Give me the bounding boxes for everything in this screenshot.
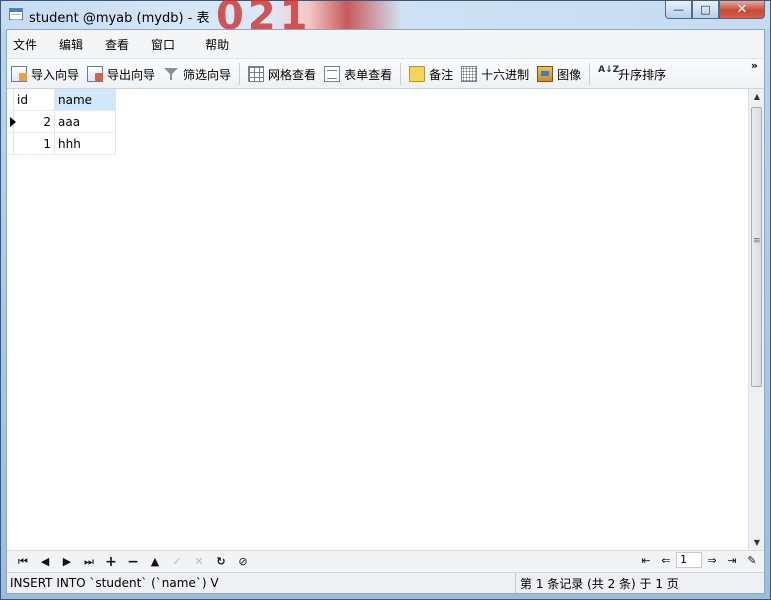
import-wizard-label: 导入向导 bbox=[31, 67, 80, 82]
next-record-icon[interactable]: ▶ bbox=[56, 555, 78, 568]
row-header-corner bbox=[7, 89, 14, 111]
menu-view[interactable]: 查看 bbox=[105, 36, 129, 53]
vertical-scrollbar[interactable]: ▲ ▼ bbox=[748, 89, 764, 551]
toolbar-overflow-icon[interactable]: » bbox=[751, 60, 758, 71]
memo-icon bbox=[409, 66, 426, 82]
data-grid: id name 2 aaa 1 hhh ▲ ≡ ▼ bbox=[7, 88, 764, 551]
export-wizard-button[interactable]: 导出向导 bbox=[87, 66, 155, 83]
toolbar: 导入向导 导出向导 筛选向导 网格查看 表单查看 备注 十六进制 图像 A↓Z … bbox=[7, 59, 764, 90]
status-sql: INSERT INTO `student` (`name`) V bbox=[10, 576, 219, 590]
refresh-icon[interactable]: ↻ bbox=[210, 555, 232, 568]
sort-ascending-button[interactable]: A↓Z 升序排序 bbox=[598, 66, 666, 83]
menu-help[interactable]: 帮助 bbox=[205, 36, 229, 53]
status-record-info: 第 1 条记录 (共 2 条) 于 1 页 bbox=[515, 573, 679, 593]
row-selector[interactable] bbox=[7, 132, 14, 155]
menu-edit[interactable]: 编辑 bbox=[59, 36, 83, 53]
page-number-input[interactable]: 1 bbox=[676, 552, 702, 568]
cancel-edit-icon[interactable]: ✕ bbox=[188, 555, 210, 568]
scroll-thumb[interactable] bbox=[751, 107, 762, 387]
cell-id[interactable]: 2 bbox=[13, 110, 55, 133]
memo-button[interactable]: 备注 bbox=[409, 66, 453, 83]
add-record-icon[interactable]: + bbox=[100, 554, 122, 570]
menu-window[interactable]: 窗口 bbox=[151, 36, 175, 53]
export-icon bbox=[87, 66, 104, 82]
toolbar-separator bbox=[400, 63, 402, 85]
table-icon bbox=[9, 8, 23, 20]
first-record-icon[interactable]: ⏮ bbox=[12, 555, 34, 569]
window-controls: — □ ✕ bbox=[665, 1, 765, 19]
scroll-up-icon[interactable]: ▲ bbox=[749, 89, 765, 105]
filter-wizard-button[interactable]: 筛选向导 bbox=[163, 66, 231, 83]
image-button[interactable]: 图像 bbox=[537, 66, 581, 83]
apply-changes-icon[interactable]: ▲ bbox=[144, 555, 166, 568]
last-page-icon[interactable]: ⇥ bbox=[722, 554, 742, 567]
check-icon[interactable]: ✓ bbox=[166, 555, 188, 568]
form-view-label: 表单查看 bbox=[344, 67, 393, 82]
column-header-name[interactable]: name bbox=[54, 89, 116, 111]
prev-record-icon[interactable]: ◀ bbox=[34, 555, 56, 568]
form-view-button[interactable]: 表单查看 bbox=[324, 66, 392, 83]
settings-icon[interactable]: ✎ bbox=[742, 554, 762, 567]
data-table: id name 2 aaa 1 hhh bbox=[7, 89, 116, 155]
column-header-id[interactable]: id bbox=[13, 89, 55, 111]
stop-icon[interactable]: ⊘ bbox=[232, 555, 254, 568]
cell-id[interactable]: 1 bbox=[13, 132, 55, 155]
page-navigator: ⇤ ⇐ 1 ⇒ ⇥ ✎ bbox=[636, 552, 762, 568]
grid-view-label: 网格查看 bbox=[268, 67, 317, 82]
image-label: 图像 bbox=[557, 67, 582, 82]
row-selector[interactable] bbox=[7, 110, 16, 133]
grid-view-button[interactable]: 网格查看 bbox=[248, 66, 316, 83]
filter-icon bbox=[163, 66, 179, 82]
close-button[interactable]: ✕ bbox=[719, 1, 765, 19]
window-title: student @myab (mydb) - 表 bbox=[29, 11, 210, 26]
table-row[interactable]: 1 hhh bbox=[7, 132, 116, 155]
memo-label: 备注 bbox=[429, 67, 454, 82]
grid-icon bbox=[248, 66, 265, 82]
minimize-button[interactable]: — bbox=[665, 1, 692, 19]
next-page-icon[interactable]: ⇒ bbox=[702, 554, 722, 567]
last-record-icon[interactable]: ⏭ bbox=[78, 555, 100, 569]
current-row-icon bbox=[10, 117, 16, 127]
cell-name[interactable]: aaa bbox=[54, 110, 116, 133]
form-icon bbox=[324, 66, 341, 82]
export-wizard-label: 导出向导 bbox=[107, 67, 156, 82]
filter-wizard-label: 筛选向导 bbox=[183, 67, 232, 82]
toolbar-separator bbox=[239, 63, 241, 85]
menu-file[interactable]: 文件 bbox=[13, 36, 37, 53]
client-area: 文件 编辑 查看 窗口 帮助 导入向导 导出向导 筛选向导 网格查看 表单查看 … bbox=[6, 29, 765, 594]
status-bar: INSERT INTO `student` (`name`) V 第 1 条记录… bbox=[7, 572, 764, 593]
maximize-button[interactable]: □ bbox=[692, 1, 719, 19]
image-icon bbox=[537, 66, 554, 82]
record-navigator: ⏮ ◀ ▶ ⏭ + − ▲ ✓ ✕ ↻ ⊘ ⇤ ⇐ 1 ⇒ ⇥ ✎ bbox=[7, 550, 764, 572]
hex-icon bbox=[461, 66, 478, 82]
sort-ascending-icon: A↓Z bbox=[598, 65, 620, 75]
menu-bar: 文件 编辑 查看 窗口 帮助 bbox=[7, 30, 764, 59]
import-icon bbox=[11, 66, 27, 82]
cell-name[interactable]: hhh bbox=[54, 132, 116, 155]
import-wizard-button[interactable]: 导入向导 bbox=[11, 66, 79, 83]
hex-label: 十六进制 bbox=[481, 67, 530, 82]
sort-ascending-label: 升序排序 bbox=[618, 67, 667, 82]
scroll-down-icon[interactable]: ▼ bbox=[749, 535, 765, 551]
title-bar[interactable]: 021 student @myab (mydb) - 表 — □ ✕ bbox=[1, 0, 770, 39]
header-row: id name bbox=[7, 89, 116, 111]
delete-record-icon[interactable]: − bbox=[122, 554, 144, 570]
app-window: 021 student @myab (mydb) - 表 — □ ✕ 文件 编辑… bbox=[0, 0, 771, 600]
first-page-icon[interactable]: ⇤ bbox=[636, 554, 656, 567]
toolbar-separator bbox=[589, 63, 591, 85]
table-row[interactable]: 2 aaa bbox=[7, 110, 116, 133]
hex-button[interactable]: 十六进制 bbox=[461, 66, 529, 83]
prev-page-icon[interactable]: ⇐ bbox=[656, 554, 676, 567]
